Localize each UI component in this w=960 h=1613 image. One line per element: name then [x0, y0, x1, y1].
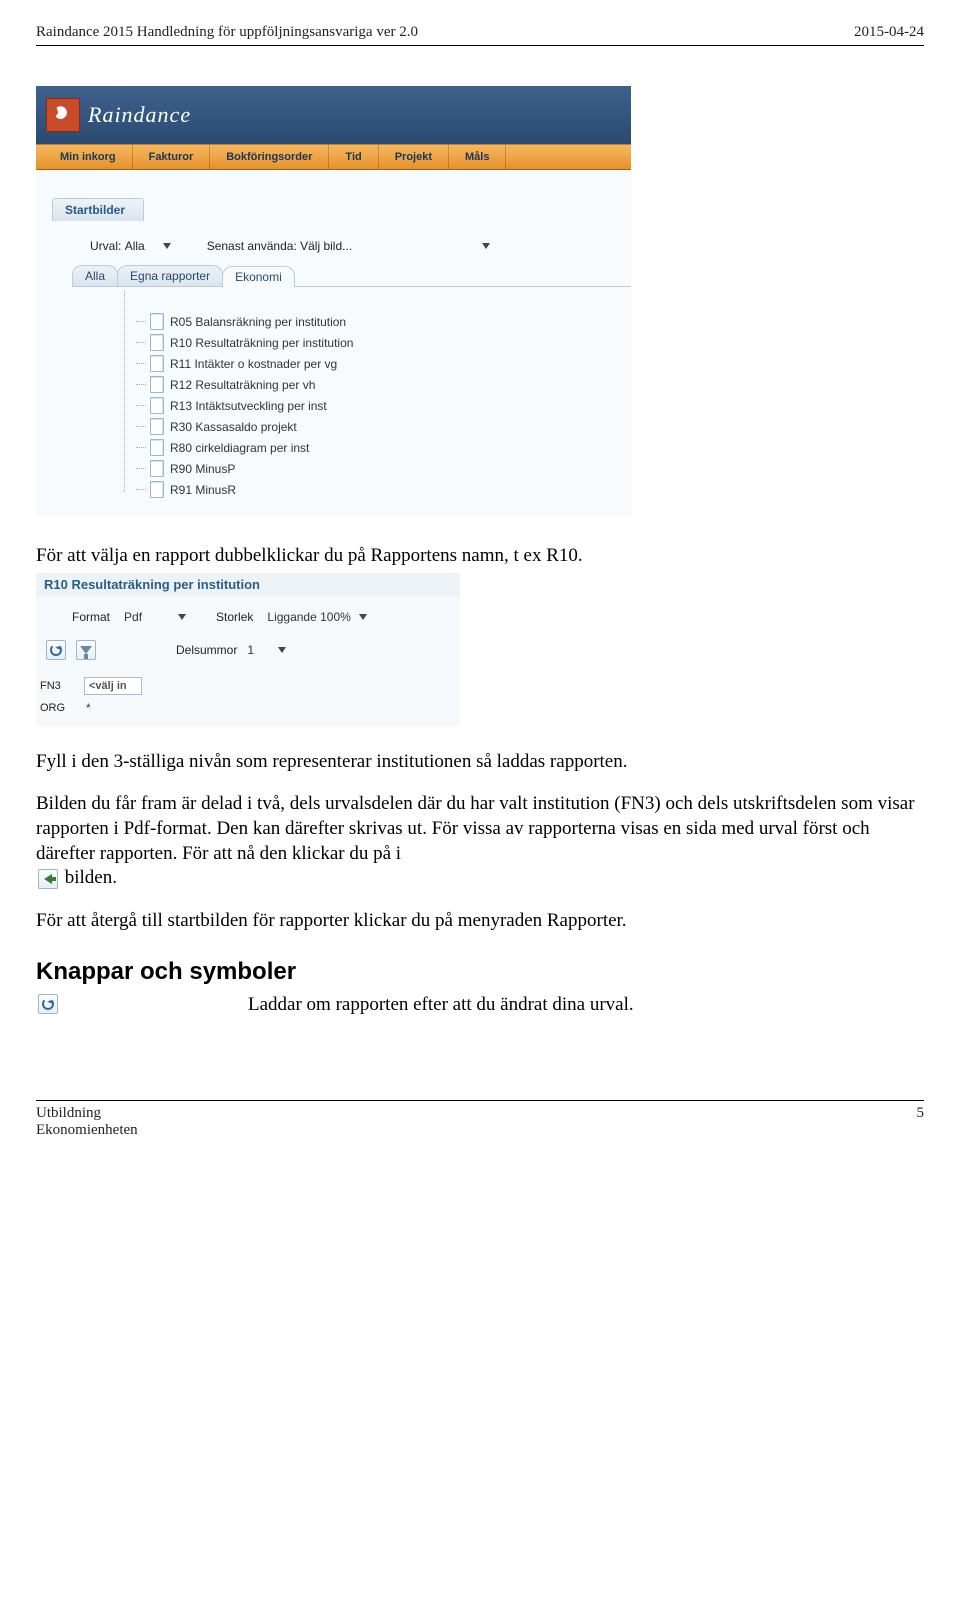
chevron-down-icon [482, 243, 490, 249]
filter-controls: Urval: Alla Senast använda: Välj bild... [46, 221, 631, 261]
section-tab-startbilder[interactable]: Startbilder [52, 198, 144, 221]
refresh-symbol [38, 994, 58, 1014]
footer-line1: Utbildning [36, 1105, 138, 1122]
app-titlebar: Raindance [36, 86, 631, 144]
format-value: Pdf [124, 610, 142, 624]
chevron-down-icon [178, 614, 186, 620]
urval-label: Urval: [90, 239, 121, 253]
format-select[interactable]: Pdf [124, 610, 186, 624]
param-label: ORG [40, 702, 76, 714]
symbol-description: Laddar om rapporten efter att du ändrat … [248, 994, 924, 1016]
paragraph-3-text: Bilden du får fram är delad i två, dels … [36, 793, 915, 863]
report-item[interactable]: R80 cirkeldiagram per inst [150, 437, 631, 458]
report-label: R05 Balansräkning per institution [170, 315, 346, 329]
senast-value: Välj bild... [300, 239, 352, 253]
report-label: R10 Resultaträkning per institution [170, 336, 353, 350]
chevron-down-icon [359, 614, 367, 620]
app-body: Startbilder Urval: Alla Senast använda: … [36, 170, 631, 516]
menu-mals[interactable]: Måls [449, 145, 506, 169]
format-label: Format [72, 610, 110, 624]
delsummor-value: 1 [247, 643, 254, 657]
report-label: R11 Intäkter o kostnader per vg [170, 357, 337, 371]
storlek-label: Storlek [216, 610, 253, 624]
chevron-down-icon [278, 647, 286, 653]
tab-egna-rapporter[interactable]: Egna rapporter [117, 265, 223, 286]
arrow-left-icon [44, 874, 52, 884]
screenshot-raindance-start: Raindance Min inkorg Fakturor Bokförings… [36, 86, 631, 516]
funnel-icon [80, 646, 92, 654]
param-input-fn3[interactable]: <välj in [84, 677, 142, 695]
tab-ekonomi[interactable]: Ekonomi [222, 266, 295, 287]
tab-row: Alla Egna rapporter Ekonomi [72, 265, 631, 286]
tab-panel-ekonomi: R05 Balansräkning per institution R10 Re… [72, 286, 631, 510]
filter-button[interactable] [76, 640, 96, 660]
doc-header-right: 2015-04-24 [854, 24, 924, 41]
screenshot-report-settings: R10 Resultaträkning per institution Form… [36, 573, 460, 726]
app-brand: Raindance [88, 102, 191, 128]
chevron-down-icon [163, 243, 171, 249]
report-label: R80 cirkeldiagram per inst [170, 441, 309, 455]
report-label: R13 Intäktsutveckling per inst [170, 399, 327, 413]
paragraph-3: Bilden du får fram är delad i två, dels … [36, 792, 924, 891]
doc-header-left: Raindance 2015 Handledning för uppföljni… [36, 24, 418, 41]
format-row: Format Pdf Storlek Liggande 100% [36, 596, 460, 632]
report-item[interactable]: R10 Resultaträkning per institution [150, 332, 631, 353]
raindance-logo-icon [46, 98, 80, 132]
footer-left: Utbildning Ekonomienheten [36, 1105, 138, 1139]
symbol-row: Laddar om rapporten efter att du ändrat … [36, 994, 924, 1016]
menu-min-inkorg[interactable]: Min inkorg [44, 145, 133, 169]
tab-alla[interactable]: Alla [72, 265, 118, 286]
refresh-icon [50, 644, 62, 656]
report-label: R12 Resultaträkning per vh [170, 378, 315, 392]
paragraph-2: Fyll i den 3-ställiga nivån som represen… [36, 750, 924, 775]
report-item[interactable]: R90 MinusP [150, 458, 631, 479]
menu-projekt[interactable]: Projekt [379, 145, 449, 169]
report-tree: R05 Balansräkning per institution R10 Re… [124, 311, 631, 500]
urval-select[interactable]: Alla [125, 239, 171, 253]
delsummor-label: Delsummor [176, 643, 237, 657]
param-grid: FN3 <välj in ORG * [36, 674, 460, 726]
paragraph-1: För att välja en rapport dubbelklickar d… [36, 544, 924, 569]
report-label: R30 Kassasaldo projekt [170, 420, 297, 434]
param-label: FN3 [40, 680, 76, 692]
storlek-select[interactable]: Liggande 100% [267, 610, 366, 624]
back-arrow-button[interactable] [38, 869, 58, 889]
param-value-org: * [84, 701, 91, 715]
report-title: R10 Resultaträkning per institution [36, 573, 460, 596]
page-number: 5 [917, 1105, 925, 1139]
menu-bokforingsorder[interactable]: Bokföringsorder [210, 145, 329, 169]
param-row: ORG * [40, 698, 460, 718]
senast-select[interactable]: Välj bild... [300, 239, 490, 253]
heading-knappar: Knappar och symboler [36, 958, 924, 986]
report-label: R90 MinusP [170, 462, 235, 476]
report-label: R91 MinusR [170, 483, 236, 497]
report-item[interactable]: R12 Resultaträkning per vh [150, 374, 631, 395]
refresh-icon [42, 998, 54, 1010]
report-item[interactable]: R05 Balansräkning per institution [150, 311, 631, 332]
footer-line2: Ekonomienheten [36, 1122, 138, 1139]
storlek-value: Liggande 100% [267, 610, 350, 624]
senast-label: Senast använda: [207, 239, 297, 253]
report-item[interactable]: R30 Kassasaldo projekt [150, 416, 631, 437]
param-row: FN3 <välj in [40, 674, 460, 698]
toolbar-row: Delsummor 1 [36, 632, 460, 674]
paragraph-3-tail: bilden. [65, 867, 117, 888]
menu-tid[interactable]: Tid [329, 145, 378, 169]
main-menubar: Min inkorg Fakturor Bokföringsorder Tid … [36, 144, 631, 170]
report-item[interactable]: R11 Intäkter o kostnader per vg [150, 353, 631, 374]
refresh-button[interactable] [46, 640, 66, 660]
delsummor-select[interactable]: 1 [247, 643, 286, 657]
paragraph-4: För att återgå till startbilden för rapp… [36, 909, 924, 934]
menu-fakturor[interactable]: Fakturor [133, 145, 211, 169]
urval-value: Alla [125, 239, 145, 253]
report-item[interactable]: R13 Intäktsutveckling per inst [150, 395, 631, 416]
report-item[interactable]: R91 MinusR [150, 479, 631, 500]
